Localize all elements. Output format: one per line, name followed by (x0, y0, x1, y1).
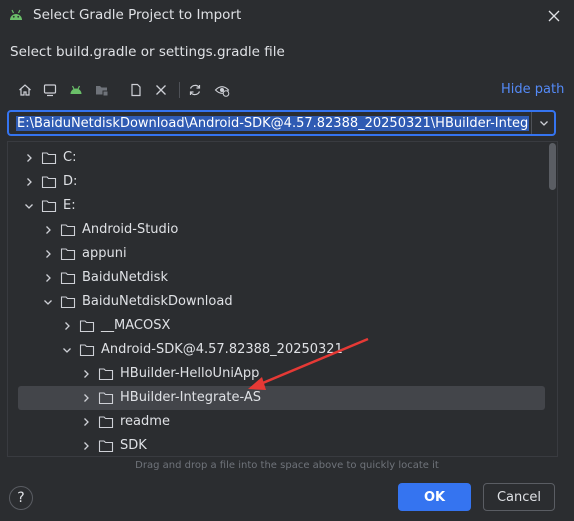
chevron-right-icon[interactable] (80, 392, 92, 404)
path-value: E:\BaiduNetdiskDownload\Android-SDK@4.57… (16, 116, 529, 131)
folder-icon (41, 200, 57, 213)
tree-row[interactable]: HBuilder-HelloUniApp (18, 362, 545, 386)
chevron-right-icon[interactable] (80, 368, 92, 380)
chevron-right-icon[interactable] (23, 176, 35, 188)
tree-row[interactable]: Android-Studio (18, 218, 545, 242)
chevron-right-icon[interactable] (42, 248, 54, 260)
tree-row[interactable]: D: (18, 170, 545, 194)
hide-path-link[interactable]: Hide path (501, 82, 564, 97)
android-project-icon[interactable] (66, 80, 86, 100)
path-combo[interactable]: E:\BaiduNetdiskDownload\Android-SDK@4.57… (7, 110, 556, 136)
chevron-right-icon[interactable] (61, 320, 73, 332)
folder-icon (79, 320, 95, 333)
chevron-right-icon[interactable] (23, 152, 35, 164)
tree-row[interactable]: __MACOSX (18, 314, 545, 338)
chevron-right-icon[interactable] (80, 440, 92, 452)
title-bar: Select Gradle Project to Import (0, 0, 574, 32)
folder-icon (60, 248, 76, 261)
chevron-right-icon[interactable] (42, 224, 54, 236)
tree-row[interactable]: BaiduNetdisk (18, 266, 545, 290)
close-icon[interactable] (546, 8, 562, 24)
folder-icon (79, 344, 95, 357)
chevron-down-icon[interactable] (23, 200, 35, 212)
tree-row[interactable]: E: (18, 194, 545, 218)
cancel-button[interactable]: Cancel (483, 483, 555, 511)
path-dropdown-button[interactable] (532, 112, 556, 134)
tree-row-label: readme (120, 414, 170, 429)
chevron-down-icon[interactable] (42, 296, 54, 308)
new-file-icon[interactable] (126, 80, 146, 100)
folder-icon (60, 224, 76, 237)
tree-row-label: Android-SDK@4.57.82388_20250321 (101, 342, 343, 357)
folder-icon (98, 368, 114, 381)
tree-row[interactable]: SDK (18, 434, 545, 456)
chevron-down-icon (540, 121, 548, 126)
tree-row-label: BaiduNetdisk (82, 270, 168, 285)
tree-row-label: BaiduNetdiskDownload (82, 294, 233, 309)
tree-row-label: HBuilder-HelloUniApp (120, 366, 260, 381)
home-icon[interactable] (15, 80, 35, 100)
android-icon (10, 9, 22, 20)
folder-icon (98, 416, 114, 429)
toolbar (0, 76, 574, 104)
drag-drop-hint: Drag and drop a file into the space abov… (135, 460, 439, 471)
tree-row-label: D: (63, 174, 78, 189)
chevron-down-icon[interactable] (61, 344, 73, 356)
tree-row-label: Android-Studio (82, 222, 179, 237)
file-tree[interactable]: C: D: E: Android-Studio appuni BaiduNetdisk Ba… (7, 141, 558, 457)
folder-icon (60, 272, 76, 285)
tree-row-label: SDK (120, 438, 147, 453)
folder-icon (98, 440, 114, 453)
tree-row[interactable]: BaiduNetdiskDownload (18, 290, 545, 314)
toolbar-separator (179, 82, 180, 98)
tree-row-label: E: (63, 198, 76, 213)
tree-row-label: __MACOSX (101, 318, 171, 333)
chevron-right-icon[interactable] (42, 272, 54, 284)
path-input[interactable]: E:\BaiduNetdiskDownload\Android-SDK@4.57… (16, 115, 529, 132)
tree-row-label: HBuilder-Integrate-AS (120, 390, 261, 405)
tree-row[interactable]: readme (18, 410, 545, 434)
tree-row[interactable]: Android-SDK@4.57.82388_20250321 (18, 338, 545, 362)
tree-row-label: C: (63, 150, 77, 165)
window-title: Select Gradle Project to Import (33, 7, 242, 23)
folder-icon (41, 176, 57, 189)
folder-icon (60, 296, 76, 309)
desktop-icon[interactable] (40, 80, 60, 100)
chevron-right-icon[interactable] (80, 416, 92, 428)
folder-icon (98, 392, 114, 405)
show-hidden-icon[interactable] (212, 80, 232, 100)
delete-icon[interactable] (151, 80, 171, 100)
new-folder-icon[interactable] (92, 80, 112, 100)
folder-icon (41, 152, 57, 165)
vertical-scrollbar[interactable] (549, 143, 556, 190)
tree-row[interactable]: C: (18, 146, 545, 170)
tree-row[interactable]: appuni (18, 242, 545, 266)
help-button[interactable]: ? (9, 486, 33, 510)
refresh-icon[interactable] (185, 80, 205, 100)
tree-row-selected[interactable]: HBuilder-Integrate-AS (18, 386, 545, 410)
ok-button[interactable]: OK (398, 483, 471, 511)
dialog-description: Select build.gradle or settings.gradle f… (10, 44, 285, 60)
tree-row-label: appuni (82, 246, 127, 261)
